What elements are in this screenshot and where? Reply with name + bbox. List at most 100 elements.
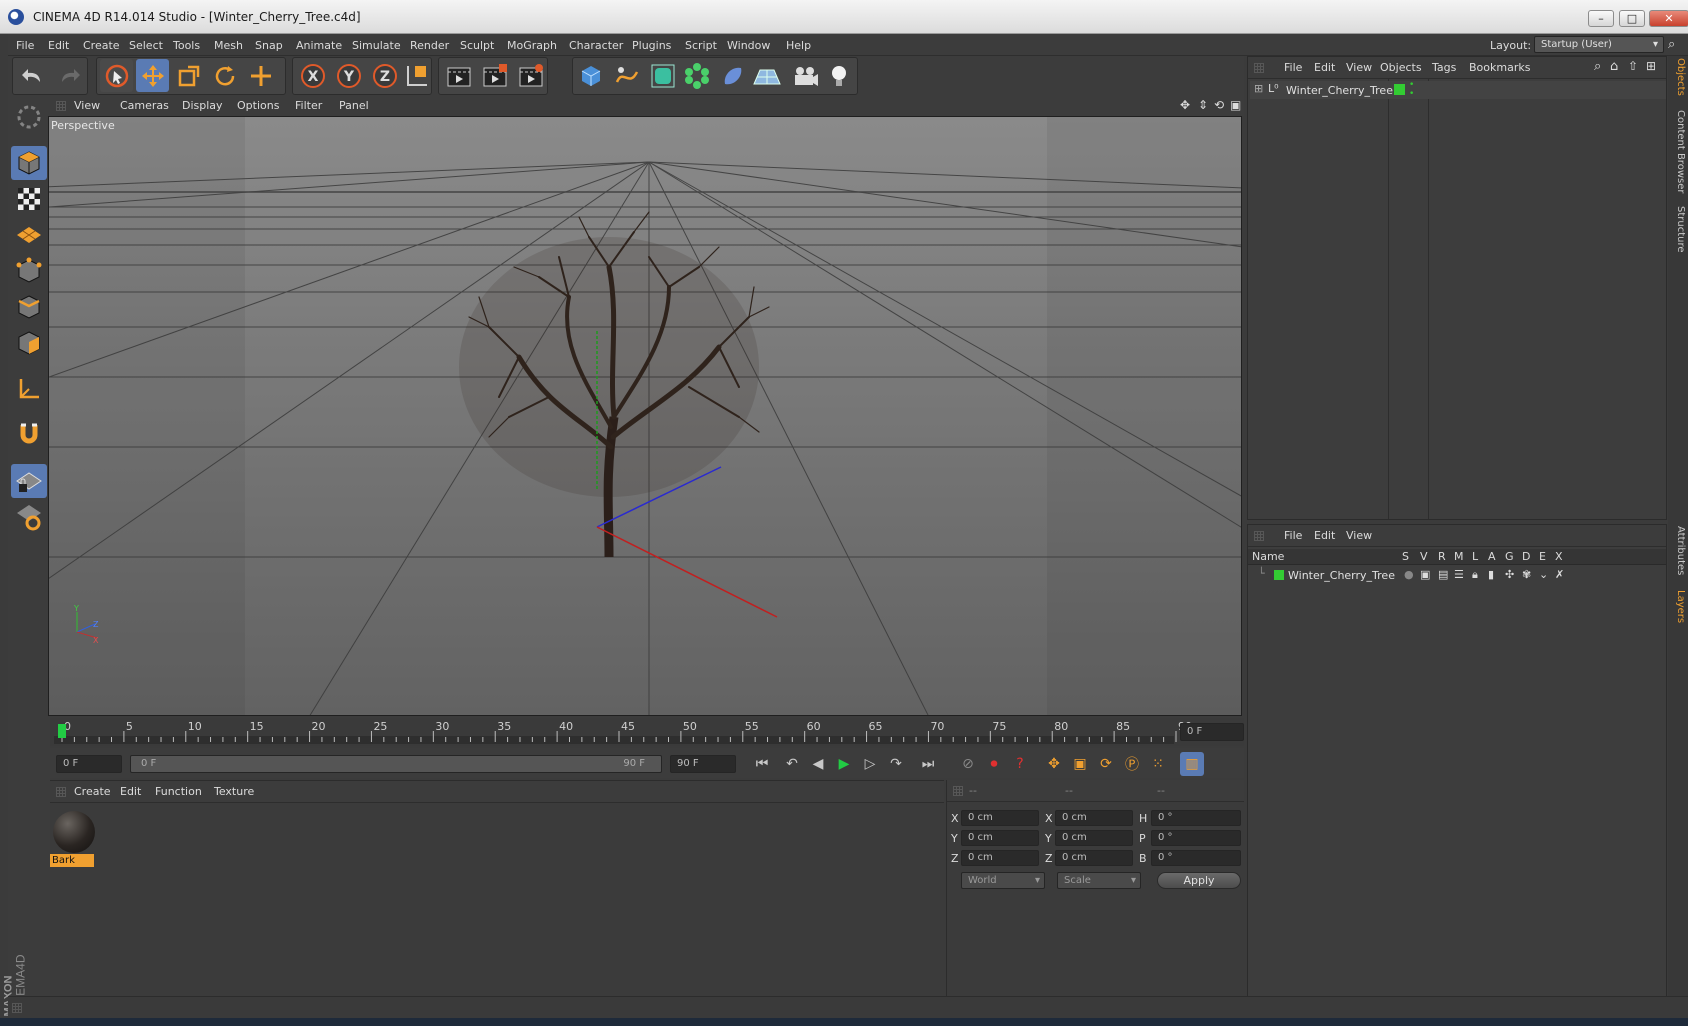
- material-menu-texture[interactable]: Texture: [214, 785, 254, 798]
- tab-objects[interactable]: Objects: [1672, 58, 1686, 96]
- tab-content-browser[interactable]: Content Browser: [1672, 110, 1686, 193]
- timeline-window-icon[interactable]: ▥: [1180, 752, 1204, 776]
- search-icon[interactable]: ⌕: [1594, 59, 1601, 74]
- column-manager[interactable]: M: [1454, 550, 1464, 563]
- xrefs-toggle-icon[interactable]: ✗: [1555, 568, 1564, 581]
- deformer-icon[interactable]: [716, 59, 749, 92]
- layers-menu-file[interactable]: File: [1284, 529, 1302, 542]
- pan-view-icon[interactable]: ✥: [1180, 98, 1190, 112]
- end-frame-field[interactable]: 90 F: [670, 755, 736, 773]
- next-frame-icon[interactable]: ▷: [858, 752, 882, 776]
- size-z-field[interactable]: 0 cm: [1055, 850, 1133, 866]
- grip-handle[interactable]: [56, 787, 66, 797]
- timeline-ruler[interactable]: 051015202530354045505560657075808590 0 F: [50, 718, 1244, 746]
- tab-layers[interactable]: Layers: [1672, 590, 1686, 623]
- make-editable-icon[interactable]: [11, 100, 47, 134]
- close-button[interactable]: ✕: [1649, 10, 1688, 27]
- objects-menu-bookmarks[interactable]: Bookmarks: [1469, 61, 1530, 74]
- menu-script[interactable]: Script: [685, 39, 717, 52]
- grip-handle[interactable]: [56, 101, 66, 111]
- size-x-field[interactable]: 0 cm: [1055, 810, 1133, 826]
- generators-toggle-icon[interactable]: ✣: [1505, 568, 1514, 581]
- rotation-h-field[interactable]: 0 °: [1151, 810, 1241, 826]
- tab-attributes[interactable]: Attributes: [1672, 526, 1686, 575]
- viewport-menu-panel[interactable]: Panel: [339, 99, 369, 112]
- layer-color-tag[interactable]: [1394, 84, 1405, 95]
- subdivision-surface-icon[interactable]: [646, 59, 679, 92]
- orbit-view-icon[interactable]: ⟲: [1214, 98, 1224, 112]
- objects-menu-tags[interactable]: Tags: [1432, 61, 1456, 74]
- perspective-viewport[interactable]: Y Z X Perspective: [48, 116, 1242, 716]
- column-xrefs[interactable]: X: [1555, 550, 1563, 563]
- polygons-mode-icon[interactable]: [11, 326, 47, 360]
- column-solo[interactable]: S: [1402, 550, 1409, 563]
- render-toggle-icon[interactable]: ▤: [1438, 568, 1448, 581]
- model-mode-icon[interactable]: [11, 146, 47, 180]
- position-y-field[interactable]: 0 cm: [961, 830, 1039, 846]
- deformers-toggle-icon[interactable]: ✾: [1522, 568, 1531, 581]
- home-icon[interactable]: ⌂: [1610, 59, 1618, 74]
- up-arrow-icon[interactable]: ⇧: [1628, 59, 1638, 73]
- rotate-icon[interactable]: [208, 59, 241, 92]
- grip-handle[interactable]: [953, 786, 963, 796]
- points-mode-icon[interactable]: [11, 254, 47, 288]
- menu-edit[interactable]: Edit: [48, 39, 69, 52]
- maximize-view-icon[interactable]: ▣: [1230, 98, 1241, 112]
- layers-menu-edit[interactable]: Edit: [1314, 529, 1335, 542]
- go-to-end-icon[interactable]: ⏭: [916, 752, 940, 776]
- visibility-dots-icon[interactable]: • •: [1409, 81, 1414, 99]
- spline-pen-icon[interactable]: [610, 59, 643, 92]
- snapping-magnet-icon[interactable]: [11, 418, 47, 452]
- size-y-field[interactable]: 0 cm: [1055, 830, 1133, 846]
- column-render[interactable]: R: [1438, 550, 1446, 563]
- camera-icon[interactable]: [788, 59, 821, 92]
- record-active-objects-icon[interactable]: ⊘: [956, 752, 980, 776]
- column-deformers[interactable]: D: [1522, 550, 1530, 563]
- column-animation[interactable]: A: [1488, 550, 1496, 563]
- menu-mograph[interactable]: MoGraph: [507, 39, 557, 52]
- apply-button[interactable]: Apply: [1157, 872, 1241, 889]
- menu-create[interactable]: Create: [83, 39, 120, 52]
- menu-render[interactable]: Render: [410, 39, 449, 52]
- next-key-icon[interactable]: ↷: [884, 752, 908, 776]
- redo-icon[interactable]: [52, 59, 85, 92]
- previous-key-icon[interactable]: ↶: [780, 752, 804, 776]
- new-panel-icon[interactable]: ⊞: [1646, 59, 1656, 73]
- keyframe-selection-icon[interactable]: ?: [1008, 752, 1032, 776]
- minimize-button[interactable]: –: [1588, 10, 1614, 27]
- objects-menu-objects[interactable]: Objects: [1380, 61, 1422, 74]
- workplane-icon[interactable]: [11, 218, 47, 252]
- menu-sculpt[interactable]: Sculpt: [460, 39, 494, 52]
- undo-icon[interactable]: [16, 59, 49, 92]
- axis-mode-icon[interactable]: [11, 372, 47, 406]
- render-view-icon[interactable]: [442, 59, 475, 92]
- expressions-toggle-icon[interactable]: ⌄: [1539, 568, 1548, 581]
- menu-tools[interactable]: Tools: [173, 39, 200, 52]
- go-to-start-icon[interactable]: ⏮: [750, 752, 774, 776]
- layer-color-swatch[interactable]: [1274, 570, 1284, 580]
- key-point-level-icon[interactable]: ⁙: [1146, 752, 1170, 776]
- expand-icon[interactable]: ⊞: [1254, 82, 1263, 95]
- layout-dropdown[interactable]: Startup (User) ▾: [1534, 36, 1664, 53]
- edges-mode-icon[interactable]: [11, 290, 47, 324]
- grip-handle[interactable]: [12, 1003, 22, 1013]
- menu-file[interactable]: File: [16, 39, 34, 52]
- floor-icon[interactable]: [750, 59, 783, 92]
- key-parameter-icon[interactable]: Ⓟ: [1120, 752, 1144, 776]
- transform-mode-dropdown[interactable]: Scale ▾: [1057, 872, 1141, 889]
- layer-row-winter-cherry-tree[interactable]: └ Winter_Cherry_Tree ● ▣ ▤ ☰ 🔒︎ ▮ ✣ ✾ ⌄ …: [1248, 566, 1666, 584]
- key-position-icon[interactable]: ✥: [1042, 752, 1066, 776]
- start-frame-field[interactable]: 0 F: [56, 755, 122, 773]
- position-z-field[interactable]: 0 cm: [961, 850, 1039, 866]
- viewport-menu-filter[interactable]: Filter: [295, 99, 322, 112]
- column-name[interactable]: Name: [1252, 550, 1284, 563]
- viewport-menu-view[interactable]: View: [74, 99, 100, 112]
- position-x-field[interactable]: 0 cm: [961, 810, 1039, 826]
- current-frame-field[interactable]: 0 F: [1180, 723, 1244, 741]
- texture-mode-icon[interactable]: [11, 182, 47, 216]
- column-generators[interactable]: G: [1505, 550, 1514, 563]
- scale-icon[interactable]: [172, 59, 205, 92]
- menu-help[interactable]: Help: [786, 39, 811, 52]
- menu-snap[interactable]: Snap: [255, 39, 283, 52]
- key-rotation-icon[interactable]: ⟳: [1094, 752, 1118, 776]
